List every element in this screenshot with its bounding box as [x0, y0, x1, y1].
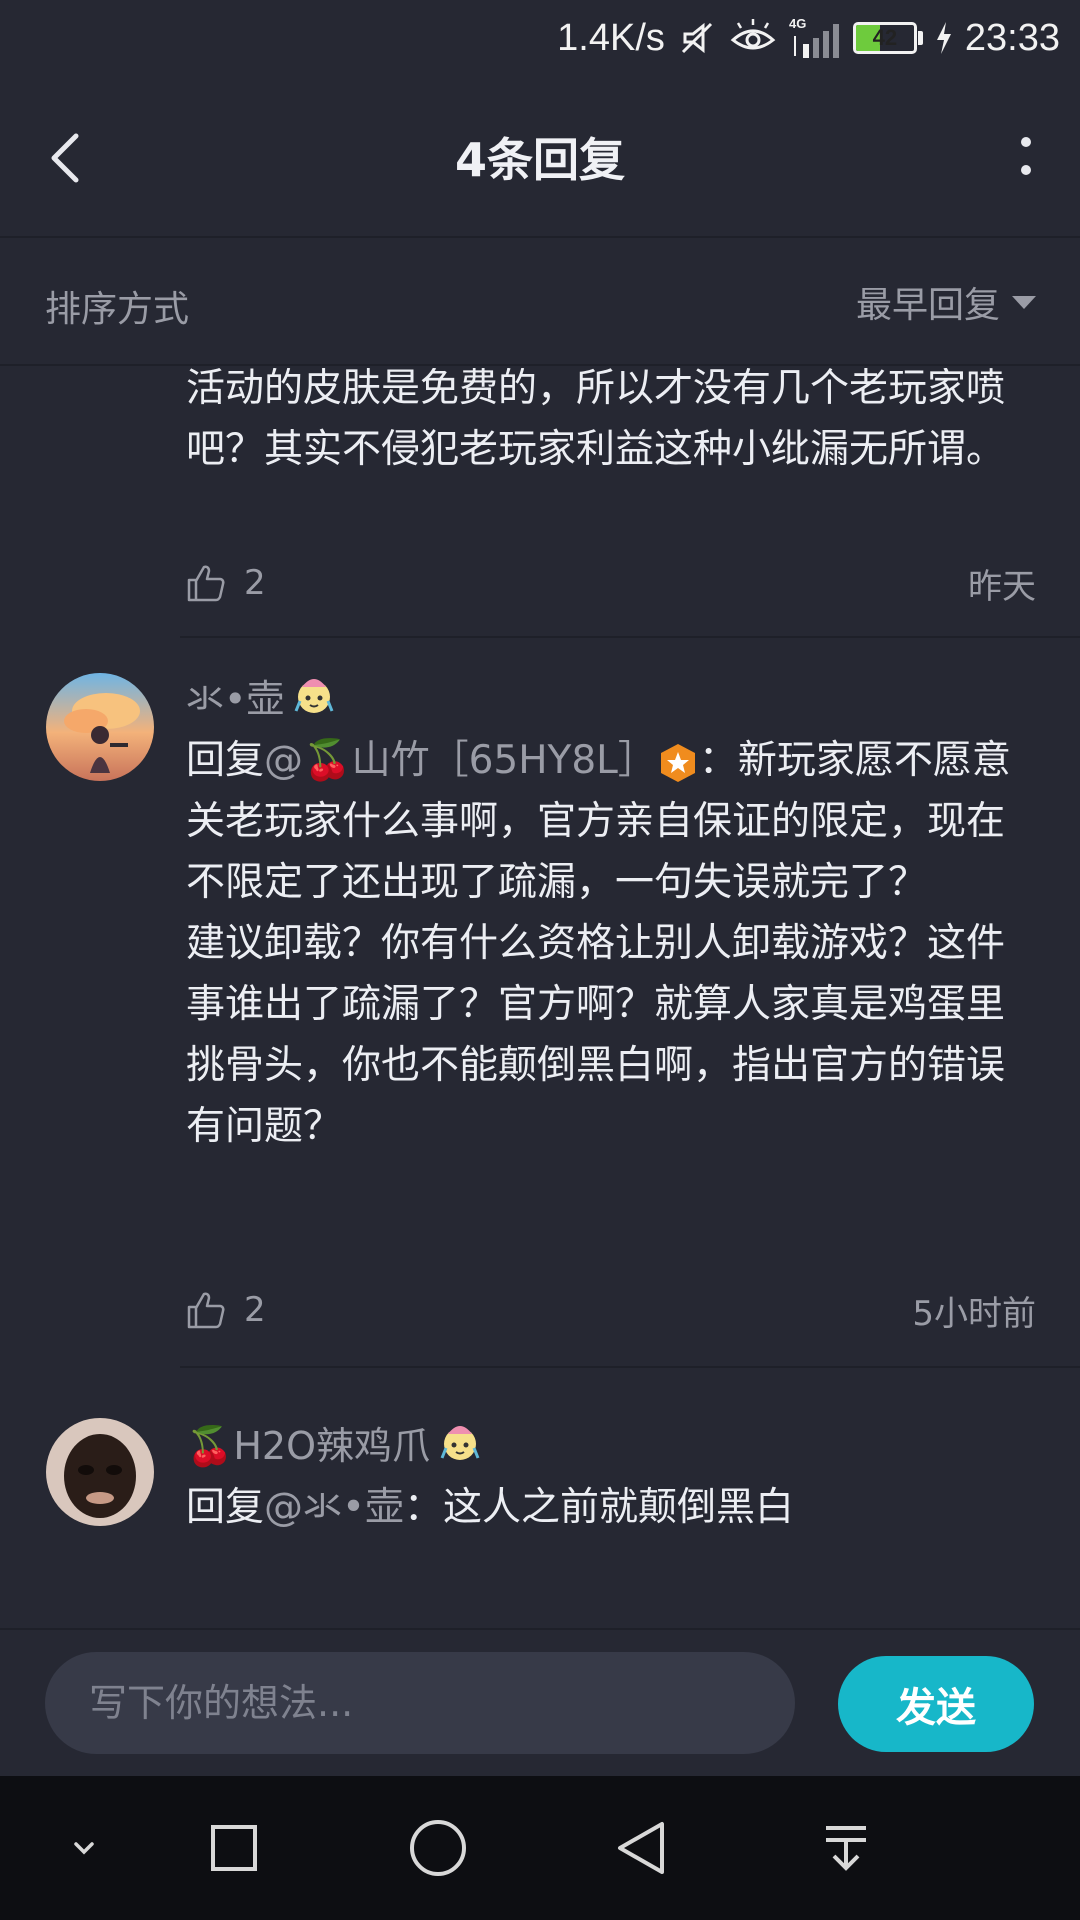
recents-square-icon	[211, 1825, 257, 1871]
like-count: 2	[244, 563, 266, 603]
comment-username[interactable]: 🍒H2O辣鸡爪	[186, 1415, 1036, 1469]
more-options-button[interactable]	[1006, 126, 1046, 186]
comment-text: 回复@氺•壶：这人之前就颠倒黑白	[186, 1477, 1036, 1538]
more-vertical-icon	[1021, 137, 1031, 175]
page-title: 4条回复	[454, 133, 625, 187]
divider	[180, 1366, 1080, 1368]
charging-icon	[935, 21, 953, 55]
network-type: 4G	[789, 16, 806, 31]
eye-icon	[729, 18, 777, 58]
like-button[interactable]: 2	[186, 563, 266, 603]
notifications-pull-icon	[826, 1826, 866, 1871]
comment-item: 活动的皮肤是免费的，所以才没有几个老玩家喷吧？其实不侵犯老玩家利益这种小纰漏无所…	[0, 368, 1080, 658]
nav-home-button[interactable]	[398, 1812, 478, 1884]
comment-text: 活动的皮肤是免费的，所以才没有几个老玩家喷吧？其实不侵犯老玩家利益这种小纰漏无所…	[186, 368, 1006, 472]
like-button[interactable]: 2	[186, 1290, 266, 1330]
thumbs-up-icon	[187, 1292, 225, 1329]
user-badge-icon	[295, 679, 334, 713]
comment-list[interactable]: 活动的皮肤是免费的，所以才没有几个老玩家喷吧？其实不侵犯老玩家利益这种小纰漏无所…	[0, 368, 1080, 1628]
nav-recents-button[interactable]	[194, 1812, 274, 1884]
comment-time: 5小时前	[912, 1293, 1036, 1334]
nav-notifications-button[interactable]	[806, 1812, 886, 1884]
username-text: 氺•壶	[186, 676, 285, 721]
status-bar: 1.4K/s 4G 42 23:33	[0, 0, 1080, 76]
reply-input[interactable]	[45, 1652, 795, 1754]
sort-dropdown[interactable]: 最早回复	[856, 276, 1036, 328]
avatar[interactable]	[46, 673, 154, 781]
clock: 23:33	[964, 16, 1060, 59]
app-header: 4条回复	[0, 76, 1080, 238]
caret-down-icon	[1012, 295, 1036, 309]
reply-input-bar: 发送	[0, 1628, 1080, 1776]
user-badge-icon	[440, 1426, 480, 1460]
reply-prefix: 回复	[186, 1485, 265, 1530]
sort-label: 排序方式	[45, 289, 190, 330]
thumbs-up-icon	[187, 565, 225, 602]
battery-level: 42	[872, 25, 898, 50]
battery-icon: 42	[852, 22, 923, 54]
send-button[interactable]: 发送	[838, 1656, 1034, 1752]
nav-back-button[interactable]	[602, 1812, 682, 1884]
comment-text-continued: 建议卸载？你有什么资格让别人卸载游戏？这件事谁出了疏漏了？官方啊？就算人家真是鸡…	[186, 921, 1006, 1149]
divider	[180, 636, 1080, 638]
back-triangle-icon	[618, 1822, 664, 1874]
comment-item: 🍒H2O辣鸡爪 回复@氺•壶：这人之前就颠倒黑白	[0, 1403, 1080, 1628]
star-badge-icon	[660, 743, 695, 782]
sort-selected: 最早回复	[855, 285, 1000, 326]
avatar[interactable]	[46, 1418, 154, 1526]
like-count: 2	[244, 1290, 266, 1330]
username-text: 🍒H2O辣鸡爪	[186, 1423, 430, 1468]
nav-collapse-button[interactable]	[44, 1812, 124, 1884]
comment-username[interactable]: 氺•壶	[186, 668, 1036, 722]
mute-icon	[677, 18, 717, 58]
system-nav-bar	[0, 1776, 1080, 1920]
reply-prefix: 回复	[186, 738, 265, 783]
comment-body: ：这人之前就颠倒黑白	[404, 1485, 795, 1530]
comment-time: 昨天	[968, 566, 1036, 607]
net-speed: 1.4K/s	[557, 16, 665, 59]
sort-bar: 排序方式 最早回复	[0, 240, 1080, 366]
signal-icon: 4G	[789, 14, 841, 62]
home-circle-icon	[410, 1820, 466, 1876]
comment-text: 回复@🍒山竹［65HY8L］ ：新玩家愿不愿意关老玩家什么事啊，官方亲自保证的限定…	[186, 730, 1036, 913]
mention-link[interactable]: @氺•壶	[264, 1485, 404, 1530]
comment-item: 氺•壶 回复@🍒山竹［65HY8L］ ：新玩家愿不愿意关老玩家什么事啊，官方亲自保…	[0, 668, 1080, 1368]
collapse-down-icon	[74, 1842, 94, 1855]
mention-link[interactable]: @🍒山竹［65HY8L］	[264, 738, 657, 783]
